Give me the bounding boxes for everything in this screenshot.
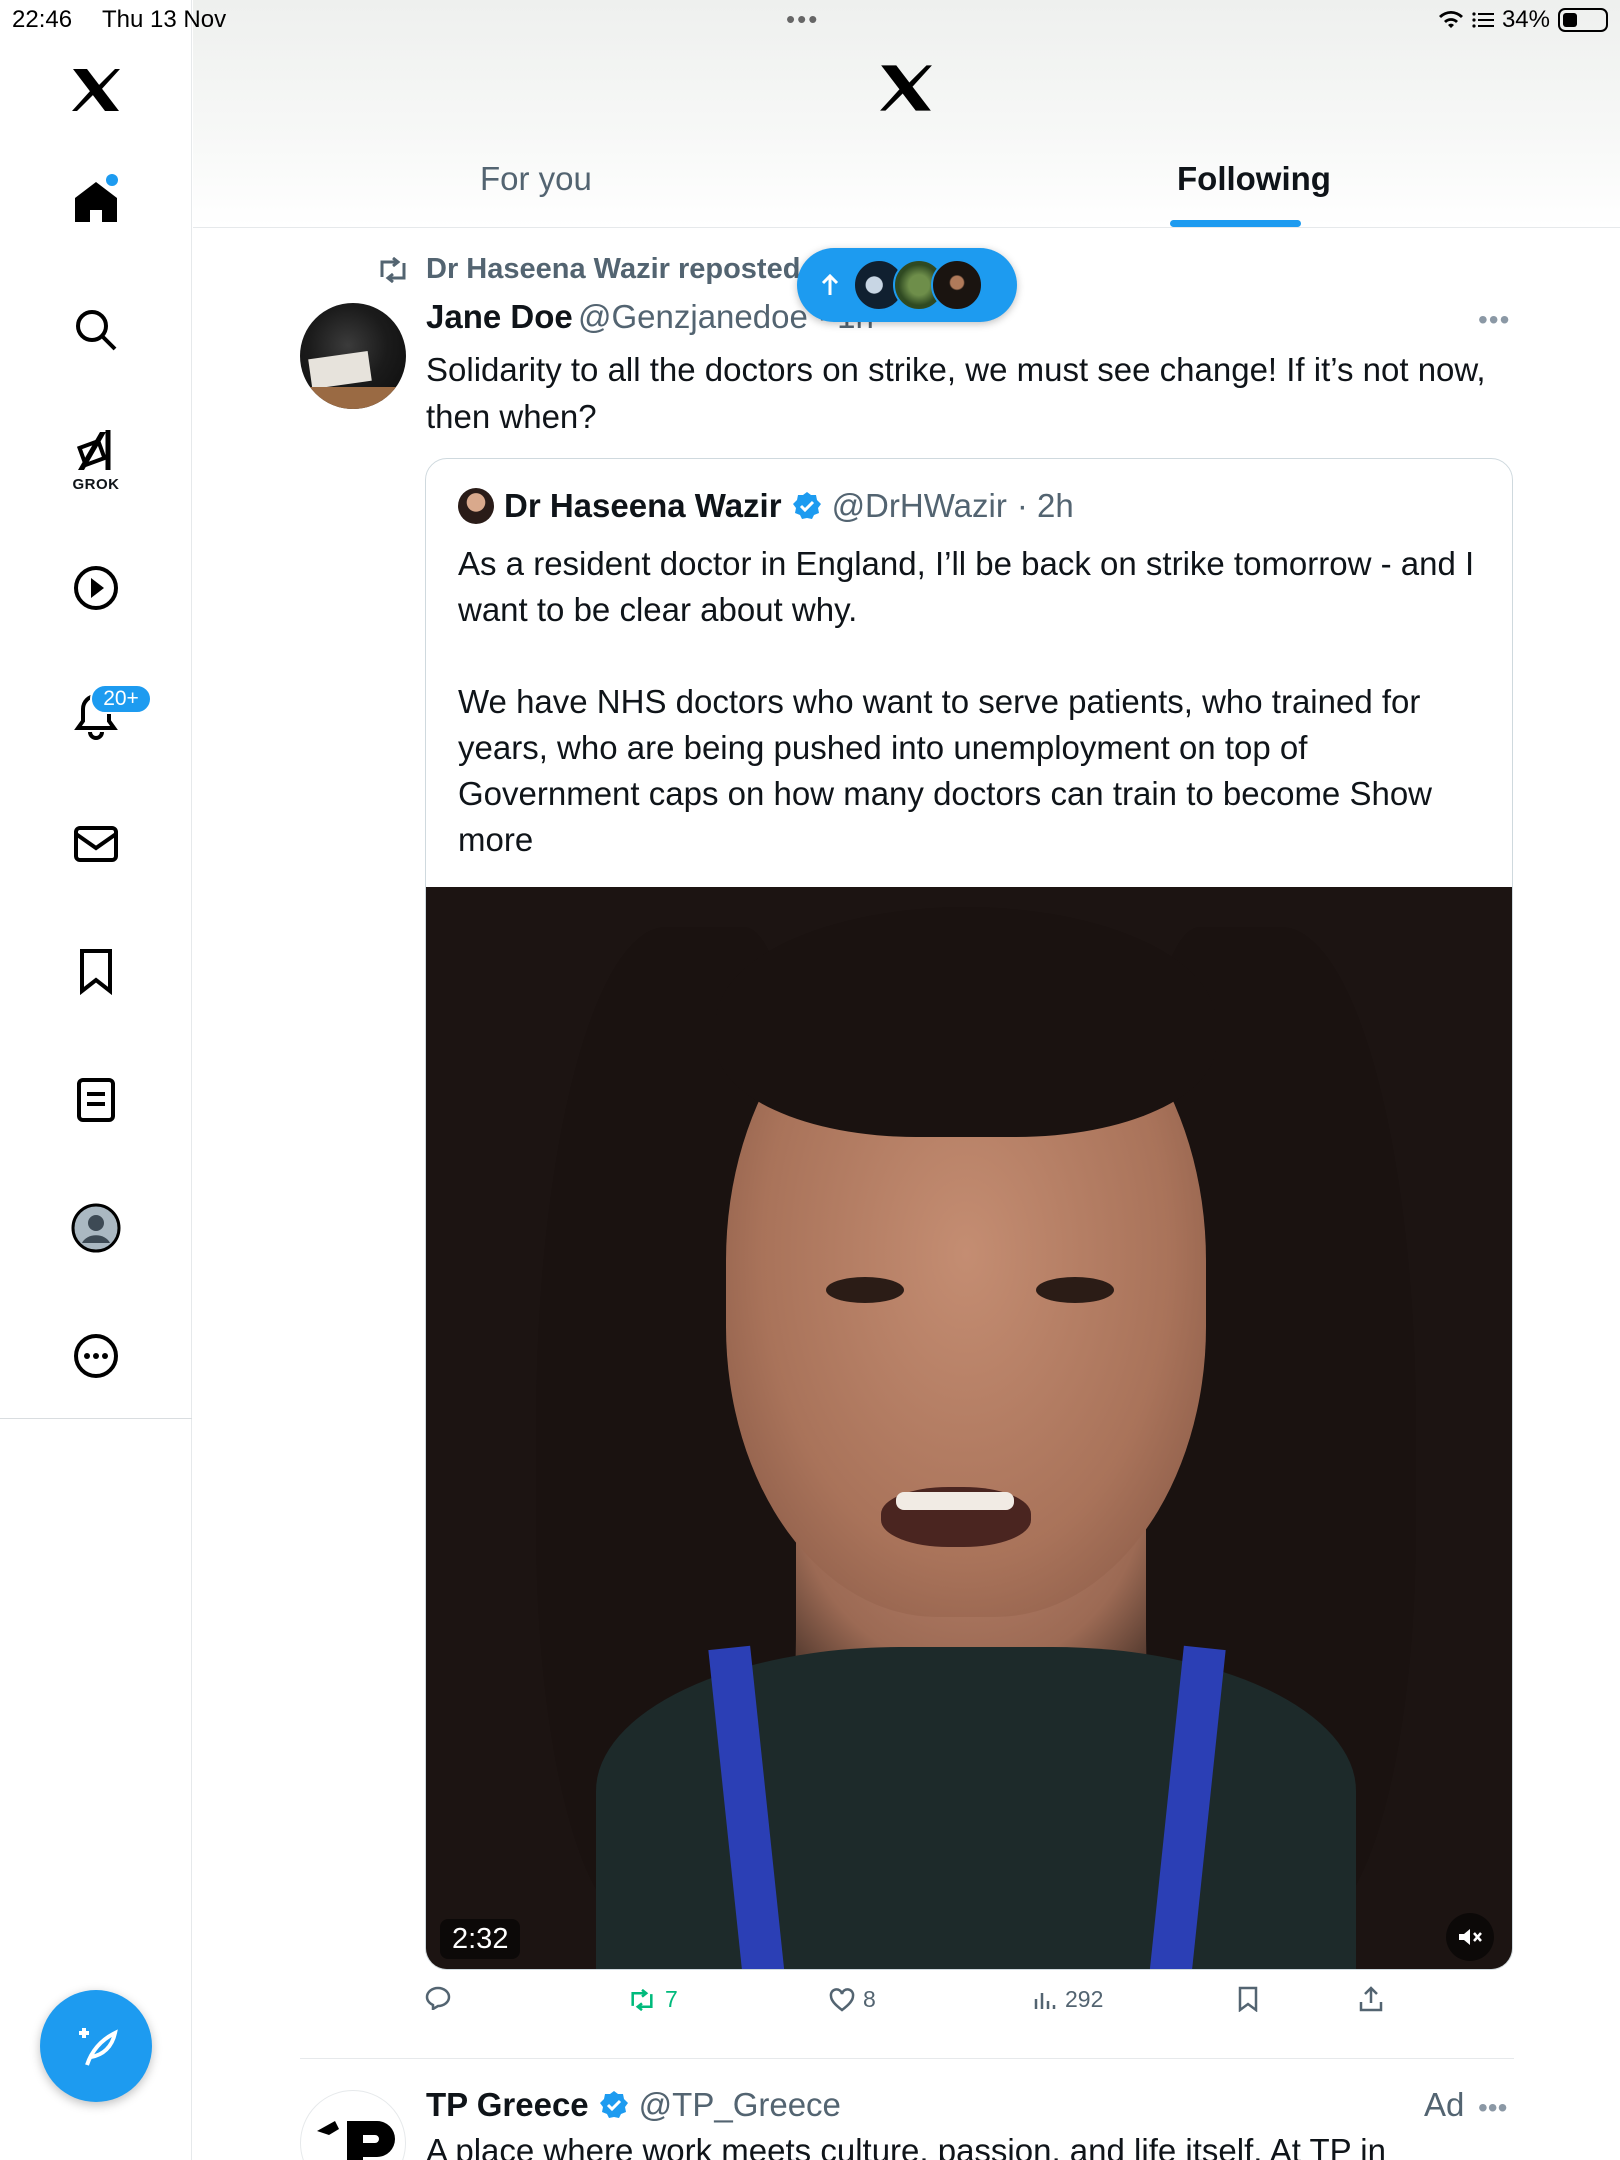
grok-icon[interactable] xyxy=(64,418,128,482)
like-button[interactable]: 8 xyxy=(829,1986,876,2013)
quoted-post-header: Dr Haseena Wazir @DrHWazir · 2h xyxy=(458,487,1074,525)
views-icon xyxy=(1034,1992,1056,2009)
status-bar: 22:46 Thu 13 Nov ••• 34% xyxy=(0,0,1620,40)
home-unread-dot xyxy=(106,174,118,186)
views-count: 292 xyxy=(1065,1986,1104,2012)
ad-more-icon[interactable]: ••• xyxy=(1478,2092,1507,2124)
reply-icon xyxy=(425,1986,451,2010)
more-icon[interactable] xyxy=(64,1324,128,1388)
ad-label: Ad xyxy=(1424,2086,1465,2123)
heart-icon xyxy=(829,1987,855,2012)
post-actions: 7 8 292 xyxy=(425,1986,1445,2026)
repost-count: 7 xyxy=(665,1986,678,2012)
bookmark-button[interactable] xyxy=(1237,1986,1259,2012)
tab-for-you[interactable]: For you xyxy=(480,160,592,198)
reply-button[interactable] xyxy=(425,1986,459,2010)
post-more-icon[interactable]: ••• xyxy=(1478,304,1510,336)
ad-author-handle: @TP_Greece xyxy=(638,2086,841,2123)
tab-following-indicator xyxy=(1170,220,1301,227)
x-logo-icon xyxy=(879,62,933,119)
repost-label: Dr Haseena Wazir reposted xyxy=(426,253,801,285)
search-icon[interactable] xyxy=(64,298,128,362)
lists-icon[interactable] xyxy=(64,1068,128,1132)
quoted-post-text: As a resident doctor in England, I’ll be… xyxy=(458,541,1498,863)
like-count: 8 xyxy=(863,1986,876,2012)
tp-logo-icon xyxy=(317,2121,395,2160)
mute-icon[interactable] xyxy=(1446,1913,1494,1961)
tab-following[interactable]: Following xyxy=(1177,160,1331,198)
grok-label: GROK xyxy=(72,476,120,493)
repost-button[interactable]: 7 xyxy=(627,1986,678,2013)
battery-fill xyxy=(1563,13,1577,27)
bookmark-icon xyxy=(1238,1986,1258,2012)
quoted-text-body: As a resident doctor in England, I’ll be… xyxy=(458,545,1475,812)
video-duration: 2:32 xyxy=(440,1919,521,1959)
verified-badge-icon xyxy=(792,492,821,519)
compose-button[interactable] xyxy=(40,1990,152,2102)
status-time: 22:46 xyxy=(12,6,73,33)
avatar xyxy=(458,488,494,524)
sidebar: GROK 20+ xyxy=(0,0,192,2160)
post-text: Solidarity to all the doctors on strike,… xyxy=(426,351,1486,435)
sidebar-divider xyxy=(0,1418,192,1419)
messages-icon[interactable] xyxy=(64,812,128,876)
arrow-up-icon xyxy=(821,273,839,295)
share-button[interactable] xyxy=(1359,1986,1383,2012)
x-logo-icon[interactable] xyxy=(64,58,128,122)
verified-badge-icon xyxy=(599,2091,628,2118)
ad-author-name: TP Greece xyxy=(426,2086,589,2123)
repost-icon xyxy=(380,256,406,283)
post-divider xyxy=(300,2058,1514,2059)
battery-percent: 34% xyxy=(1501,6,1550,33)
status-date: Thu 13 Nov xyxy=(102,6,227,33)
notifications-badge: 20+ xyxy=(90,684,152,714)
ad-author[interactable]: TP Greece @TP_Greece xyxy=(426,2086,841,2124)
battery-icon xyxy=(1558,8,1608,32)
status-right: 34% xyxy=(1438,6,1608,34)
home-icon[interactable] xyxy=(64,170,128,234)
profile-icon[interactable] xyxy=(64,1196,128,1260)
new-posts-pill[interactable] xyxy=(797,248,1017,322)
quoted-post[interactable]: Dr Haseena Wazir @DrHWazir · 2h As a res… xyxy=(425,458,1513,1970)
avatar[interactable] xyxy=(300,2090,406,2160)
views-button[interactable]: 292 xyxy=(1033,1986,1103,2013)
video-player[interactable]: 2:32 xyxy=(426,887,1512,1969)
quoted-author-name: Dr Haseena Wazir xyxy=(504,487,782,524)
repost-icon xyxy=(631,1988,653,2011)
ad-text: A place where work meets culture, passio… xyxy=(426,2132,1386,2160)
avatar xyxy=(931,259,983,311)
share-icon xyxy=(1359,1986,1383,2012)
compose-icon xyxy=(79,2028,118,2066)
quoted-post-time: · 2h xyxy=(1016,487,1074,524)
post-author-name[interactable]: Jane Doe xyxy=(426,298,573,336)
repost-context[interactable]: Dr Haseena Wazir reposted xyxy=(376,253,800,286)
multitasking-dots-icon[interactable]: ••• xyxy=(786,4,819,35)
video-icon[interactable] xyxy=(64,556,128,620)
quoted-author-handle: @DrHWazir xyxy=(831,487,1007,524)
bookmarks-icon[interactable] xyxy=(64,940,128,1004)
focus-list-icon xyxy=(1472,12,1494,28)
wifi-icon xyxy=(1438,11,1463,28)
avatar[interactable] xyxy=(300,303,406,409)
